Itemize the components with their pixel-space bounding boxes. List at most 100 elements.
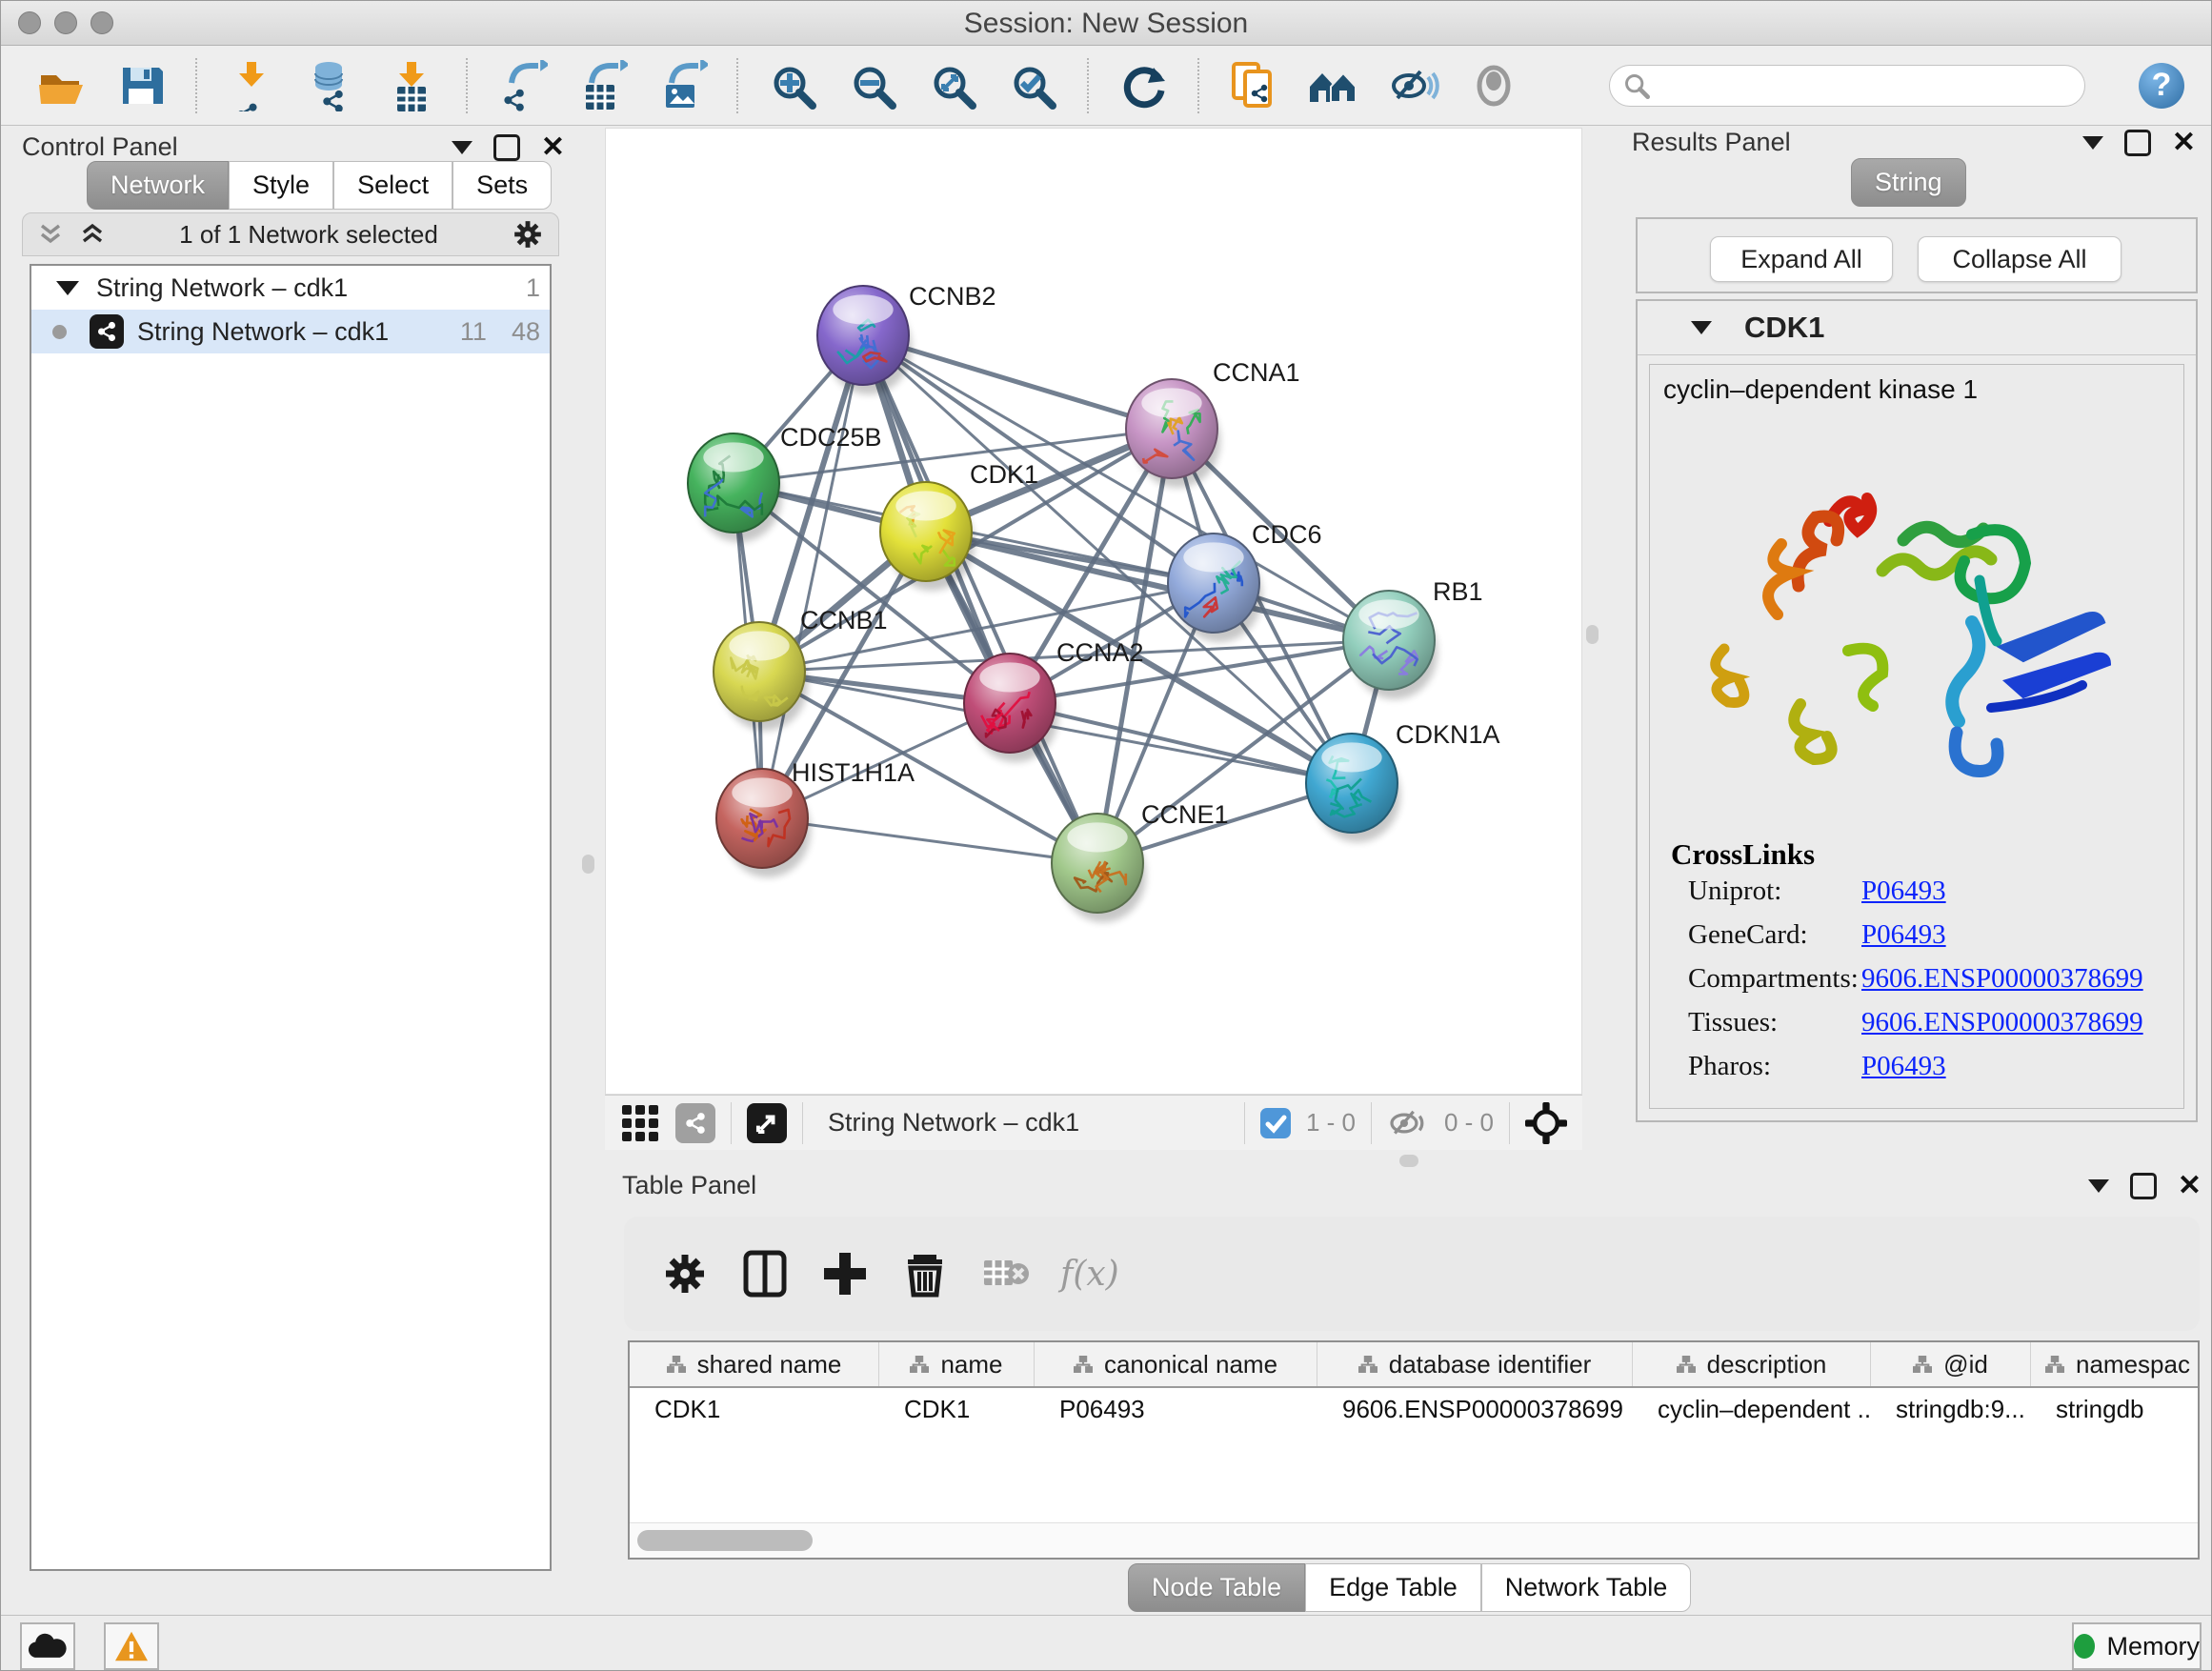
network-edge[interactable]	[762, 335, 863, 818]
table-cell[interactable]: CDK1	[879, 1395, 1035, 1424]
hscrollbar-thumb[interactable]	[637, 1530, 813, 1551]
panel-float-icon[interactable]	[493, 134, 520, 161]
import-network-database-icon[interactable]	[306, 60, 357, 111]
table-row[interactable]: CDK1CDK1P064939606.ENSP00000378699cyclin…	[630, 1388, 2198, 1430]
section-collapse-icon[interactable]	[1691, 321, 1712, 334]
export-image-icon[interactable]	[656, 60, 708, 111]
delete-column-icon[interactable]	[900, 1249, 950, 1299]
create-column-icon[interactable]	[820, 1249, 870, 1299]
save-session-icon[interactable]	[115, 60, 167, 111]
crosslink-row: Tissues:9606.ENSP00000378699	[1688, 1007, 2174, 1038]
table-cell[interactable]: cyclin–dependent ...	[1633, 1395, 1871, 1424]
column-header[interactable]: canonical name	[1035, 1342, 1317, 1386]
zoom-in-icon[interactable]	[767, 60, 818, 111]
tab-network[interactable]: Network	[87, 161, 229, 210]
network-options-gear-icon[interactable]	[511, 217, 545, 252]
network-node-rb1[interactable]: RB1	[1343, 577, 1483, 699]
panel-menu-icon[interactable]	[2082, 136, 2103, 150]
network-collection-row[interactable]: String Network – cdk1 1	[31, 266, 550, 310]
network-node-cdc6[interactable]: CDC6	[1168, 520, 1322, 642]
zoom-selected-icon[interactable]	[1007, 60, 1058, 111]
column-header[interactable]: database identifier	[1317, 1342, 1633, 1386]
collapse-icon[interactable]	[56, 281, 79, 295]
help-button[interactable]: ?	[2139, 63, 2184, 109]
apply-layout-icon[interactable]	[1117, 60, 1169, 111]
hide-unhide-icon[interactable]	[1388, 60, 1439, 111]
right-splitter-handle[interactable]	[1586, 625, 1599, 644]
export-network-icon[interactable]	[496, 60, 548, 111]
panel-float-icon[interactable]	[2124, 130, 2151, 156]
left-splitter-handle[interactable]	[582, 855, 594, 874]
function-builder-icon[interactable]: f(x)	[1060, 1255, 1119, 1294]
zoom-fit-icon[interactable]	[927, 60, 978, 111]
panel-close-icon[interactable]: ✕	[2178, 1176, 2202, 1197]
delete-table-icon[interactable]	[980, 1249, 1030, 1299]
table-cell[interactable]: CDK1	[630, 1395, 879, 1424]
network-node-ccne1[interactable]: CCNE1	[1052, 800, 1229, 922]
panel-menu-icon[interactable]	[2088, 1179, 2109, 1193]
crosslink-value[interactable]: 9606.ENSP00000378699	[1861, 963, 2143, 994]
node-label: CDC25B	[780, 423, 882, 452]
crosslink-value[interactable]: 9606.ENSP00000378699	[1861, 1007, 2143, 1037]
column-header[interactable]: description	[1633, 1342, 1871, 1386]
detach-view-icon[interactable]	[747, 1103, 787, 1143]
birds-eye-view-icon[interactable]	[1525, 1102, 1567, 1144]
panel-menu-icon[interactable]	[452, 141, 473, 154]
column-header[interactable]: shared name	[630, 1342, 879, 1386]
table-options-gear-icon[interactable]	[660, 1249, 710, 1299]
warnings-button[interactable]	[104, 1622, 159, 1670]
network-badge-icon[interactable]	[675, 1103, 715, 1143]
clone-network-icon[interactable]	[1228, 60, 1279, 111]
panel-close-icon[interactable]: ✕	[2172, 132, 2196, 153]
hidden-eye-icon[interactable]	[1387, 1107, 1429, 1139]
open-session-icon[interactable]	[35, 60, 87, 111]
cloud-button[interactable]	[20, 1622, 75, 1670]
collapse-all-icon[interactable]	[36, 220, 65, 249]
table-cell[interactable]: 9606.ENSP00000378699	[1317, 1395, 1633, 1424]
tab-style[interactable]: Style	[229, 161, 333, 210]
network-view[interactable]: CCNB2CCNA1CDC25BCDK1CDC6RB1CCNB1CCNA2CDK…	[605, 128, 1582, 1095]
tab-sets[interactable]: Sets	[452, 161, 552, 210]
crosslink-value[interactable]: P06493	[1861, 919, 1946, 950]
network-edge[interactable]	[1010, 703, 1352, 783]
tab-node-table[interactable]: Node Table	[1128, 1563, 1305, 1612]
network-edge[interactable]	[762, 818, 1097, 863]
network-graph[interactable]: CCNB2CCNA1CDC25BCDK1CDC6RB1CCNB1CCNA2CDK…	[606, 129, 1581, 1094]
show-columns-icon[interactable]	[740, 1249, 790, 1299]
column-header[interactable]: @id	[1871, 1342, 2031, 1386]
import-network-file-icon[interactable]	[226, 60, 277, 111]
network-node-cdkn1a[interactable]: CDKN1A	[1306, 720, 1500, 842]
export-table-icon[interactable]	[576, 60, 628, 111]
grid-view-icon[interactable]	[620, 1103, 660, 1143]
node-section-header[interactable]: CDK1	[1638, 301, 2196, 355]
network-row-selected[interactable]: String Network – cdk1 11 48	[31, 310, 550, 353]
network-node-hist1h1a[interactable]: HIST1H1A	[716, 758, 915, 877]
crosslink-value[interactable]: P06493	[1861, 1051, 1946, 1081]
network-node-ccnb1[interactable]: CCNB1	[714, 606, 888, 731]
search-input[interactable]	[1650, 70, 2063, 101]
selected-checkbox-icon[interactable]	[1260, 1108, 1291, 1138]
warning-icon	[113, 1630, 150, 1662]
crosslink-value[interactable]: P06493	[1861, 876, 1946, 906]
collapse-all-button[interactable]: Collapse All	[1918, 236, 2122, 282]
table-cell[interactable]: stringdb	[2031, 1395, 2200, 1424]
table-cell[interactable]: P06493	[1035, 1395, 1317, 1424]
tab-string[interactable]: String	[1851, 158, 1966, 207]
table-cell[interactable]: stringdb:9...	[1871, 1395, 2031, 1424]
column-header[interactable]: name	[879, 1342, 1035, 1386]
zoom-out-icon[interactable]	[847, 60, 898, 111]
network-node-ccnb2[interactable]: CCNB2	[817, 282, 996, 394]
tab-edge-table[interactable]: Edge Table	[1305, 1563, 1481, 1612]
tab-network-table[interactable]: Network Table	[1481, 1563, 1692, 1612]
tab-select[interactable]: Select	[333, 161, 452, 210]
panel-close-icon[interactable]: ✕	[541, 137, 565, 158]
expand-all-button[interactable]: Expand All	[1710, 236, 1893, 282]
network-node-cdk1[interactable]: CDK1	[880, 460, 1038, 591]
show-graphics-icon[interactable]	[1468, 60, 1519, 111]
expand-all-icon[interactable]	[78, 220, 107, 249]
panel-float-icon[interactable]	[2130, 1173, 2157, 1199]
import-table-file-icon[interactable]	[386, 60, 437, 111]
column-header[interactable]: namespac	[2031, 1342, 2200, 1386]
memory-button[interactable]: Memory	[2072, 1622, 2202, 1670]
string-home-icon[interactable]	[1308, 60, 1359, 111]
